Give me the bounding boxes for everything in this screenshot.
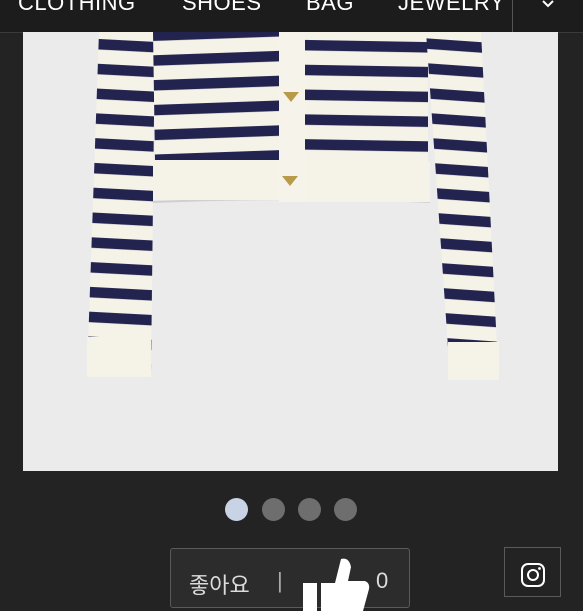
carousel-dot-4[interactable] — [334, 498, 357, 521]
nav-item-jewelry[interactable]: JEWELRY — [398, 0, 505, 16]
carousel-indicators — [0, 498, 583, 522]
thumbs-up-icon — [303, 558, 370, 611]
nav-item-shoes[interactable]: SHOES — [182, 0, 262, 16]
nav-more-button[interactable] — [512, 0, 583, 32]
like-count: 0 — [376, 568, 389, 593]
product-photo[interactable] — [23, 32, 558, 471]
nav-item-clothing[interactable]: CLOTHING — [18, 0, 136, 16]
carousel-dot-3[interactable] — [298, 498, 321, 521]
chevron-down-icon — [542, 0, 554, 8]
like-label: 좋아요 — [189, 573, 250, 598]
carousel-dot-1[interactable] — [225, 498, 248, 521]
like-separator: | — [277, 568, 283, 593]
instagram-icon — [521, 563, 545, 587]
category-nav: CLOTHING SHOES BAG JEWELRY — [0, 0, 583, 33]
instagram-button[interactable] — [504, 547, 561, 597]
like-button[interactable]: 좋아요 | 0 — [170, 548, 410, 611]
nav-item-bag[interactable]: BAG — [306, 0, 354, 16]
carousel-dot-2[interactable] — [262, 498, 285, 521]
striped-cardigan-image — [23, 32, 558, 471]
